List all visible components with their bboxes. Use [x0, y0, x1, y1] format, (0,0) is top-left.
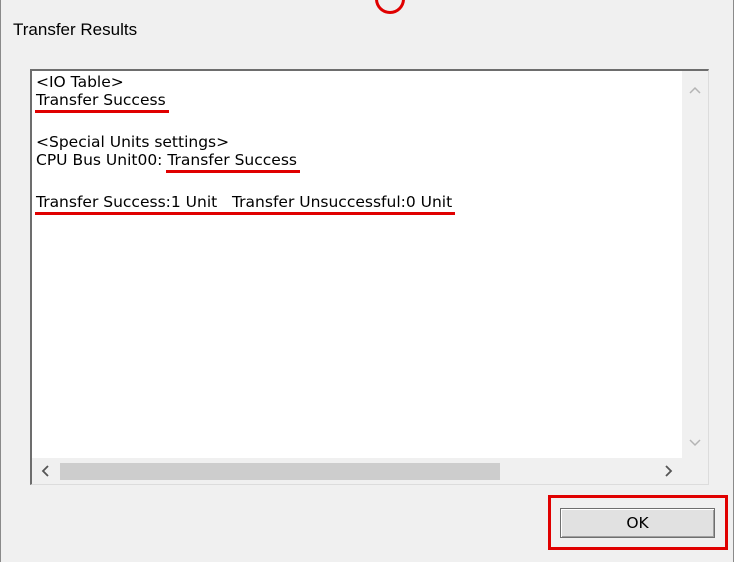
io-table-status: Transfer Success [35, 91, 169, 113]
cpu-bus-unit-label: CPU Bus Unit00: [36, 151, 168, 169]
horizontal-scrollbar[interactable] [32, 458, 682, 484]
annotation-circle [375, 0, 405, 14]
cpu-bus-unit-status: Transfer Success [166, 151, 300, 173]
transfer-summary: Transfer Success:1 Unit Transfer Unsucce… [34, 193, 456, 215]
transfer-results-dialog: Transfer Results <IO Table> Transfer Suc… [0, 0, 734, 562]
io-table-status-line: Transfer Success [35, 91, 169, 113]
io-table-header: <IO Table> [36, 73, 124, 91]
results-content: <IO Table> Transfer Success <Special Uni… [34, 73, 680, 456]
chevron-right-icon[interactable] [656, 458, 682, 484]
chevron-up-icon[interactable] [682, 77, 708, 103]
dialog-title: Transfer Results [13, 20, 138, 39]
chevron-left-icon[interactable] [32, 458, 58, 484]
ok-highlight-box: OK [548, 495, 728, 550]
chevron-down-icon[interactable] [682, 430, 708, 456]
special-units-header: <Special Units settings> [36, 133, 230, 151]
vertical-scrollbar[interactable] [682, 71, 708, 458]
horizontal-scroll-thumb[interactable] [60, 463, 500, 480]
cpu-bus-unit-line: CPU Bus Unit00: Transfer Success [36, 151, 300, 173]
summary-line: Transfer Success:1 Unit Transfer Unsucce… [34, 193, 456, 215]
ok-button[interactable]: OK [560, 508, 715, 538]
scrollbar-corner [682, 458, 708, 484]
results-text-area[interactable]: <IO Table> Transfer Success <Special Uni… [30, 69, 709, 485]
